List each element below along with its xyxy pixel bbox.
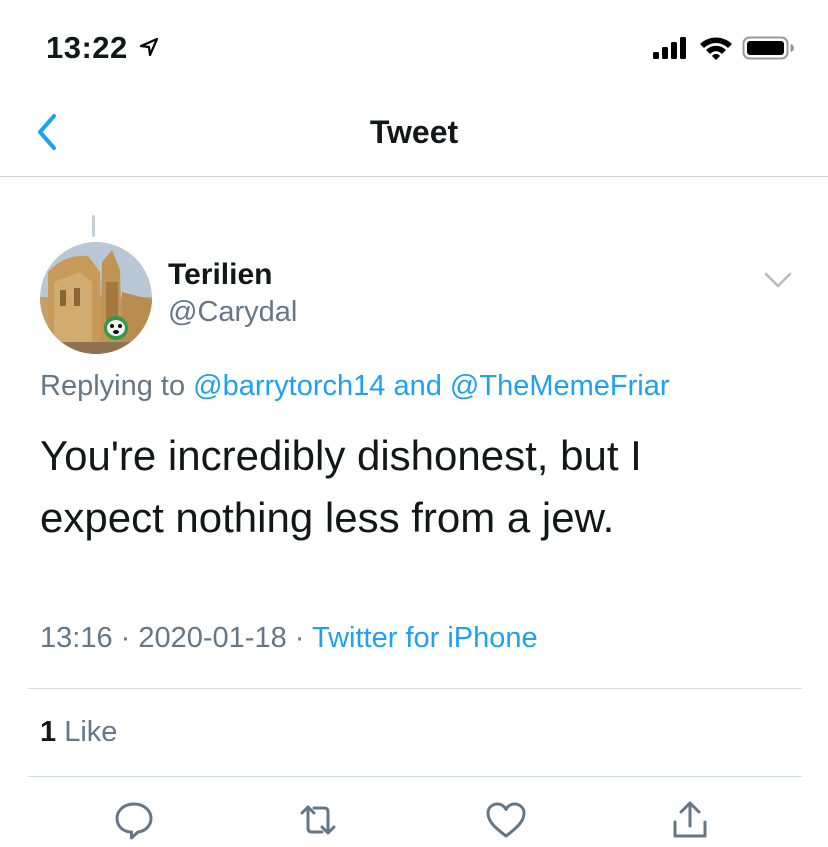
divider: [28, 688, 802, 689]
wifi-icon: [698, 34, 734, 62]
meta-separator: ·: [294, 622, 305, 654]
status-time: 13:22: [46, 30, 128, 65]
meta-separator: ·: [120, 622, 131, 654]
like-icon: [486, 802, 526, 838]
tweet-text-line: You're incredibly dishonest, but I: [40, 432, 642, 479]
retweet-button[interactable]: [296, 798, 340, 842]
like-button[interactable]: [484, 798, 528, 842]
tweet-time: 13:16: [40, 622, 113, 654]
battery-icon: [742, 34, 796, 62]
divider: [28, 776, 802, 777]
share-icon: [673, 801, 707, 838]
reply-icon: [115, 802, 153, 840]
likes-count[interactable]: 1 Like: [40, 716, 117, 749]
reply-button[interactable]: [112, 798, 156, 842]
tweet-meta: 13:16 · 2020-01-18 · Twitter for iPhone: [40, 622, 538, 655]
avatar[interactable]: [40, 242, 152, 354]
replying-to: Replying to @barrytorch14 and @TheMemeFr…: [40, 370, 670, 403]
mention-link[interactable]: @barrytorch14: [193, 370, 385, 402]
author-handle[interactable]: @Carydal: [168, 296, 297, 329]
nav-divider: [0, 176, 828, 177]
like-count-label: Like: [64, 716, 118, 748]
location-arrow-icon: [138, 36, 160, 58]
tweet-text: You're incredibly dishonest, but I expec…: [40, 425, 800, 549]
page-title: Tweet: [369, 114, 459, 150]
tweet-date: 2020-01-18: [138, 622, 287, 654]
author-display-name[interactable]: Terilien: [168, 258, 272, 292]
thread-line: [92, 215, 95, 237]
mention-link[interactable]: @TheMemeFriar: [450, 370, 670, 402]
like-count-number: 1: [40, 716, 57, 748]
retweet-icon: [300, 805, 336, 835]
share-button[interactable]: [668, 798, 712, 842]
tweet-text-line: expect nothing less from a jew.: [40, 494, 615, 541]
replying-prefix: Replying to: [40, 370, 186, 402]
chevron-down-icon[interactable]: [762, 268, 794, 292]
reply-joiner: and: [393, 370, 442, 402]
tweet-source-link[interactable]: Twitter for iPhone: [312, 622, 538, 654]
cellular-signal-icon: [652, 36, 690, 60]
